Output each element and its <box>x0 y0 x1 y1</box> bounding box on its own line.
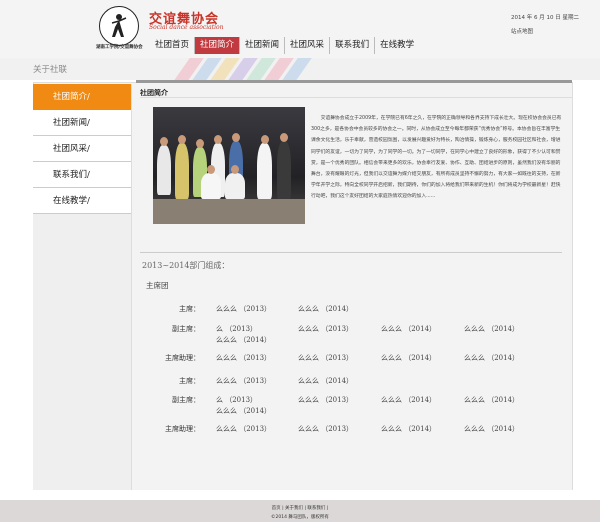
nav-item-home[interactable]: 社团首页 <box>150 37 196 54</box>
dept-heading: 2013~2014部门组成： <box>142 261 230 270</box>
member-name: 么么么 （2013） <box>216 305 272 313</box>
role-label: 主席： <box>179 305 200 313</box>
photo-figure <box>277 141 291 199</box>
member-name: 么么么 （2013） <box>298 425 354 433</box>
member-name: 么么么 （2013） <box>216 425 272 433</box>
nav-item-intro[interactable]: 社团简介 <box>195 37 241 54</box>
nav-item-contact[interactable]: 联系我们 <box>330 37 376 54</box>
member-name: 么么么 （2013） <box>298 396 354 404</box>
brand-subtitle: Social dance association <box>149 24 224 31</box>
school-line: 湖南工学院/交谊舞协会 <box>96 45 143 50</box>
sitemap-link[interactable]: 站点地图 <box>511 27 533 35</box>
current-date: 2014 年 6 月 10 日 星期二 <box>511 15 579 21</box>
member-name: 么么么 （2013） <box>216 354 272 362</box>
section-divider <box>140 252 562 253</box>
member-name: 么么么 （2014） <box>298 305 354 313</box>
dancer-logo-icon <box>111 14 127 37</box>
role-label: 主席助理： <box>165 425 200 433</box>
sidebar-item-gallery[interactable]: 社团风采/ <box>33 136 131 162</box>
member-name: 么么么 （2013） <box>216 377 272 385</box>
photo-figure-head <box>231 165 239 174</box>
photo-figure <box>257 143 272 199</box>
member-name: 么么么 （2014） <box>381 396 437 404</box>
sidebar-item-intro[interactable]: 社团简介/ <box>33 84 131 110</box>
photo-figure <box>157 145 171 195</box>
member-name: 么么么 （2013） <box>298 354 354 362</box>
photo-figure <box>225 173 245 199</box>
main-top-bar <box>136 80 572 83</box>
member-name: 么么么 （2014） <box>464 396 520 404</box>
sidebar-item-online-teaching[interactable]: 在线教学/ <box>33 188 131 214</box>
main-nav: 社团首页 社团简介 社团新闻 社团风采 联系我们 在线教学 <box>150 37 419 54</box>
intro-paragraph: 交谊舞协会成立于2009年，在学院已有6年之久，在学院的正确领导和各界支持下成长… <box>311 116 562 200</box>
member-name: 么么么 （2014） <box>464 425 520 433</box>
photo-floor <box>153 199 305 224</box>
role-label: 副主席： <box>172 325 200 333</box>
photo-figure-head <box>207 165 215 174</box>
photo-figure-head <box>232 133 240 142</box>
photo-figure <box>201 173 221 199</box>
photo-figure-head <box>261 135 269 144</box>
member-name: 么 （2013） <box>216 325 258 333</box>
member-name: 么么么 （2014） <box>381 325 437 333</box>
photo-figure-head <box>196 139 204 148</box>
photo-figure-head <box>178 135 186 144</box>
nav-item-gallery[interactable]: 社团风采 <box>285 37 331 54</box>
presidium-heading: 主席团 <box>146 281 169 290</box>
sidebar-item-contact[interactable]: 联系我们/ <box>33 162 131 188</box>
member-name: 么么么 （2014） <box>464 325 520 333</box>
logo-emblem[interactable] <box>99 6 139 46</box>
member-name: 么么么 （2013） <box>298 325 354 333</box>
sidebar: 社团简介/ 社团新闻/ 社团风采/ 联系我们/ 在线教学/ <box>33 84 132 490</box>
divider <box>140 97 572 98</box>
member-name: 么么么 （2014） <box>298 377 354 385</box>
member-name: 么么么 （2014） <box>381 354 437 362</box>
role-label: 副主席： <box>172 396 200 404</box>
decorative-banner <box>0 58 600 80</box>
role-label: 主席： <box>179 377 200 385</box>
banner-title: 关于社联 <box>33 65 68 75</box>
role-label: 主席助理： <box>165 354 200 362</box>
member-name: 么 （2013） <box>216 396 258 404</box>
group-photo <box>153 107 305 224</box>
member-name: 么么么 （2014） <box>381 425 437 433</box>
member-name: 么么么 （2014） <box>216 336 272 344</box>
nav-item-online-teaching[interactable]: 在线教学 <box>375 37 419 54</box>
member-name: 么么么 （2014） <box>216 407 272 415</box>
sidebar-item-news[interactable]: 社团新闻/ <box>33 110 131 136</box>
photo-figure-head <box>280 133 288 142</box>
footer-links[interactable]: 首页 | 关于我们 | 联系我们 | <box>0 505 600 511</box>
photo-figure-head <box>214 135 222 144</box>
nav-item-news[interactable]: 社团新闻 <box>240 37 286 54</box>
photo-figure <box>175 143 189 199</box>
photo-figure-head <box>160 137 168 146</box>
footer-copyright: ©2014 舞马团队，版权所有 <box>271 515 329 520</box>
member-name: 么么么 （2014） <box>464 354 520 362</box>
